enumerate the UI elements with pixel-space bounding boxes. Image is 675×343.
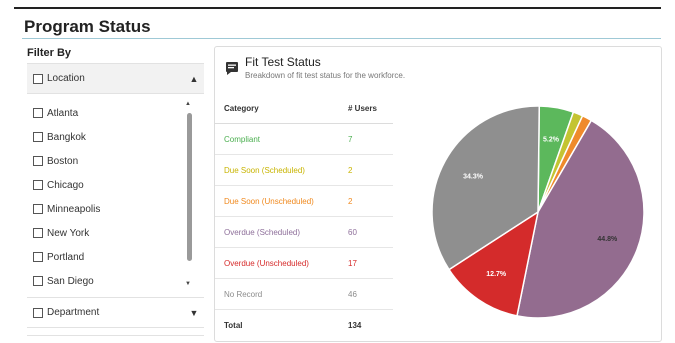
location-item-label: Boston [47, 155, 79, 167]
location-checkbox[interactable] [33, 73, 43, 84]
column-header-category: Category [224, 103, 259, 113]
filter-bottom-divider [27, 335, 204, 336]
chevron-down-icon[interactable]: ▼ [184, 308, 204, 318]
checkbox[interactable] [33, 180, 43, 190]
card-title: Fit Test Status [245, 55, 321, 69]
row-users: 7 [348, 134, 353, 144]
row-users: 2 [348, 165, 353, 175]
total-label: Total [224, 321, 243, 330]
row-category: Overdue (Scheduled) [224, 227, 301, 237]
checkbox[interactable] [33, 204, 43, 214]
location-item-label: Portland [47, 251, 85, 263]
page-title: Program Status [24, 17, 151, 36]
department-section-header[interactable]: Department ▼ [27, 297, 204, 328]
fit-test-status-card: Fit Test Status Breakdown of fit test st… [214, 46, 662, 342]
location-label: Location [47, 73, 85, 84]
location-item-label: San Diego [47, 275, 94, 287]
location-item-minneapolis[interactable]: Minneapolis [27, 197, 187, 221]
department-checkbox[interactable] [33, 307, 43, 318]
location-item-atlanta[interactable]: Atlanta [27, 101, 187, 125]
location-item-label: Chicago [47, 179, 84, 191]
table-row: No Record 46 [215, 279, 393, 310]
scrollbar-thumb[interactable] [187, 113, 192, 261]
row-users: 2 [348, 196, 353, 206]
table-row: Overdue (Scheduled) 60 [215, 217, 393, 248]
location-item-label: Bangkok [47, 131, 86, 143]
pie-data-label: 12.7% [486, 271, 507, 278]
location-item-boston[interactable]: Boston [27, 149, 187, 173]
column-header-users: # Users [348, 103, 377, 113]
checkbox[interactable] [33, 132, 43, 142]
status-table: Category # Users Compliant 7 Due Soon (S… [215, 93, 393, 341]
pie-data-label: 5.2% [543, 136, 560, 143]
row-category: No Record [224, 289, 263, 299]
table-row: Due Soon (Scheduled) 2 [215, 155, 393, 186]
row-category: Due Soon (Scheduled) [224, 165, 305, 175]
location-item-label: Minneapolis [47, 203, 101, 215]
location-item-new-york[interactable]: New York [27, 221, 187, 245]
location-item-label: New York [47, 227, 90, 239]
pie-data-label: 34.3% [463, 174, 484, 181]
location-item-bangkok[interactable]: Bangkok [27, 125, 187, 149]
total-value: 134 [348, 321, 362, 330]
pie-data-label: 44.8% [597, 236, 618, 243]
location-item-san-diego[interactable]: San Diego [27, 269, 187, 293]
row-category: Due Soon (Unscheduled) [224, 196, 314, 206]
row-users: 60 [348, 227, 357, 237]
scroll-down-arrow-icon[interactable]: ▼ [185, 281, 191, 287]
location-item-portland[interactable]: Portland [27, 245, 187, 269]
checkbox[interactable] [33, 108, 43, 118]
table-total-row: Total 134 [215, 310, 393, 341]
row-users: 17 [348, 258, 357, 268]
location-section-header[interactable]: Location ▲ [27, 63, 204, 94]
location-item-label: Atlanta [47, 107, 79, 119]
table-row: Overdue (Unscheduled) 17 [215, 248, 393, 279]
table-header-row: Category # Users [215, 93, 393, 124]
checkbox[interactable] [33, 276, 43, 286]
checkbox[interactable] [33, 228, 43, 238]
row-users: 46 [348, 289, 357, 299]
location-item-chicago[interactable]: Chicago [27, 173, 187, 197]
filter-panel: Filter By Location ▲ Atlanta Bangkok Bos… [24, 46, 204, 341]
fit-test-pie-chart: 5.2% 44.8% 12.7% 34.3% [431, 105, 645, 319]
report-icon [226, 62, 238, 75]
department-label: Department [47, 307, 100, 318]
row-category: Overdue (Unscheduled) [224, 258, 309, 268]
row-category: Compliant [224, 134, 261, 144]
chevron-up-icon[interactable]: ▲ [184, 74, 204, 84]
checkbox[interactable] [33, 156, 43, 166]
checkbox[interactable] [33, 252, 43, 262]
table-row: Compliant 7 [215, 124, 393, 155]
location-list: Atlanta Bangkok Boston Chicago Minneapol… [27, 101, 187, 293]
title-divider [22, 38, 661, 39]
card-subtitle: Breakdown of fit test status for the wor… [245, 71, 406, 80]
top-border [14, 7, 661, 9]
table-row: Due Soon (Unscheduled) 2 [215, 186, 393, 217]
scroll-up-arrow-icon[interactable]: ▲ [185, 101, 191, 107]
filter-title: Filter By [27, 47, 72, 59]
